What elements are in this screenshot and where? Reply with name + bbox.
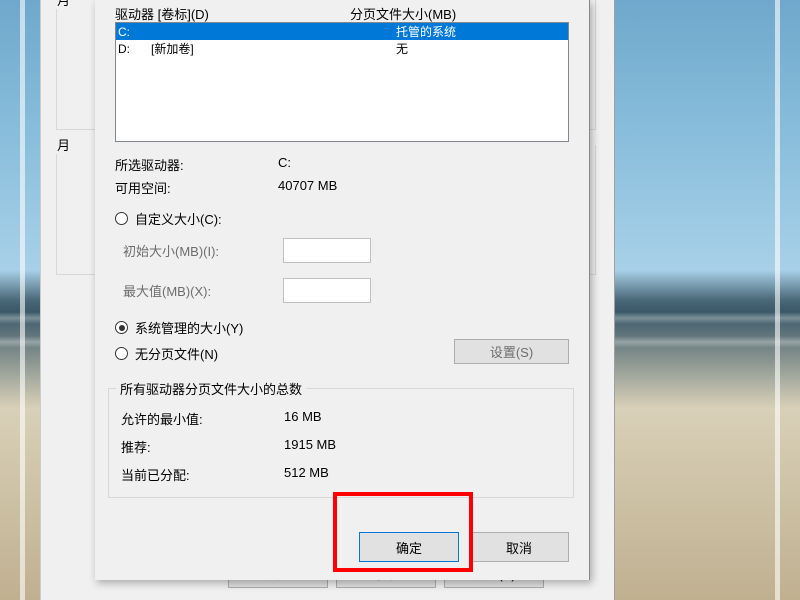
- parent-group-label-1: 月: [54, 0, 73, 9]
- drive-row[interactable]: C: 托管的系统: [116, 23, 568, 40]
- initial-size-input[interactable]: [283, 238, 371, 263]
- drive-row[interactable]: D: [新加卷] 无: [116, 40, 568, 57]
- initial-size-label: 初始大小(MB)(I):: [123, 241, 283, 260]
- parent-group-label-2: 月: [54, 135, 73, 154]
- selected-drive-label: 所选驱动器:: [115, 155, 278, 174]
- set-button[interactable]: 设置(S): [454, 339, 569, 364]
- radio-system-label: 系统管理的大小(Y): [135, 318, 243, 337]
- drive-list-header: 驱动器 [卷标](D) 分页文件大小(MB): [115, 4, 569, 23]
- currently-allocated-value: 512 MB: [284, 465, 329, 484]
- radio-custom-size[interactable]: 自定义大小(C):: [115, 209, 222, 228]
- radio-custom-label: 自定义大小(C):: [135, 209, 222, 228]
- ok-button[interactable]: 确定: [359, 532, 459, 562]
- max-size-input[interactable]: [283, 278, 371, 303]
- selected-drive-row: 所选驱动器: C:: [115, 155, 569, 174]
- header-paging: 分页文件大小(MB): [350, 4, 569, 23]
- drive-label: [新加卷]: [151, 41, 396, 57]
- recommended-label: 推荐:: [121, 437, 284, 456]
- currently-allocated-label: 当前已分配:: [121, 465, 284, 484]
- radio-icon: [115, 321, 128, 334]
- radio-system-managed[interactable]: 系统管理的大小(Y): [115, 318, 243, 337]
- drive-letter: C:: [116, 24, 151, 40]
- max-size-row: 最大值(MB)(X):: [123, 278, 569, 303]
- radio-icon: [115, 212, 128, 225]
- recommended-value: 1915 MB: [284, 437, 336, 456]
- max-size-label: 最大值(MB)(X):: [123, 281, 283, 300]
- available-space-label: 可用空间:: [115, 178, 278, 197]
- header-drive: 驱动器 [卷标](D): [115, 4, 350, 23]
- radio-no-paging[interactable]: 无分页文件(N): [115, 344, 218, 363]
- drive-list[interactable]: C: 托管的系统 D: [新加卷] 无: [115, 22, 569, 142]
- available-space-row: 可用空间: 40707 MB: [115, 178, 569, 197]
- radio-icon: [115, 347, 128, 360]
- available-space-value: 40707 MB: [278, 178, 569, 197]
- min-allowed-row: 允许的最小值: 16 MB: [121, 409, 322, 428]
- min-allowed-label: 允许的最小值:: [121, 409, 284, 428]
- virtual-memory-dialog: 驱动器 [卷标](D) 分页文件大小(MB) C: 托管的系统 D: [新加卷]…: [95, 0, 590, 580]
- initial-size-row: 初始大小(MB)(I):: [123, 238, 569, 263]
- drive-paging: 托管的系统: [396, 24, 568, 40]
- totals-group-label: 所有驱动器分页文件大小的总数: [116, 379, 306, 398]
- recommended-row: 推荐: 1915 MB: [121, 437, 336, 456]
- selected-drive-value: C:: [278, 155, 569, 174]
- currently-allocated-row: 当前已分配: 512 MB: [121, 465, 329, 484]
- radio-none-label: 无分页文件(N): [135, 344, 218, 363]
- totals-group: 所有驱动器分页文件大小的总数 允许的最小值: 16 MB 推荐: 1915 MB…: [108, 388, 574, 498]
- cancel-button[interactable]: 取消: [469, 532, 569, 562]
- drive-letter: D:: [116, 41, 151, 57]
- drive-paging: 无: [396, 41, 568, 57]
- min-allowed-value: 16 MB: [284, 409, 322, 428]
- drive-label: [151, 24, 396, 40]
